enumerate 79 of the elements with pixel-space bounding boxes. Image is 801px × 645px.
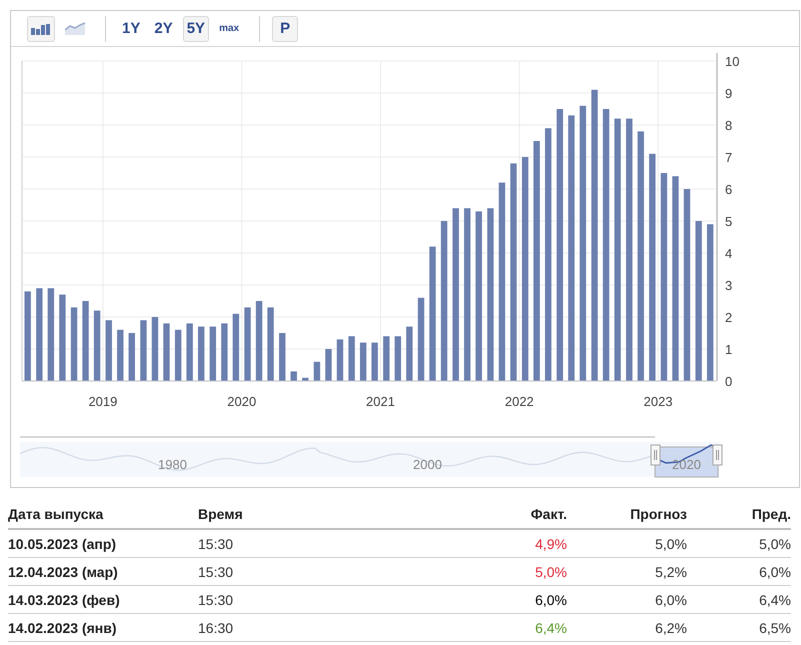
bar xyxy=(210,326,216,381)
axis-label: 4 xyxy=(725,246,732,261)
table-cell: 6,4% xyxy=(759,592,791,608)
table-cell: 16:30 xyxy=(198,620,234,636)
bar xyxy=(198,326,204,381)
table-cell: 15:30 xyxy=(198,564,234,580)
bar xyxy=(302,378,308,381)
bar xyxy=(117,330,124,381)
table-cell: 6,5% xyxy=(759,620,791,636)
table-cell: 5,0% xyxy=(655,536,687,552)
axis-label: 7 xyxy=(725,150,732,165)
axis-label: 2 xyxy=(725,310,732,325)
bar xyxy=(232,314,240,381)
bar xyxy=(163,323,170,381)
bar xyxy=(128,333,135,381)
table-cell: 6,0% xyxy=(655,592,687,608)
table-cell: 15:30 xyxy=(198,536,234,552)
column-header: Время xyxy=(198,506,243,522)
bar xyxy=(372,342,378,381)
axis-label: 0 xyxy=(725,374,732,389)
column-header: Прогноз xyxy=(630,506,687,522)
navigator-label: 2000 xyxy=(413,457,442,472)
range-handle[interactable] xyxy=(712,444,722,466)
axis-label: 5 xyxy=(725,214,732,229)
bar xyxy=(290,371,297,381)
table-cell: 14.03.2023 (фев) xyxy=(8,592,120,608)
table-cell: 6,2% xyxy=(655,620,687,636)
range-button[interactable]: 2Y xyxy=(150,16,177,42)
axis-label: 10 xyxy=(725,54,740,69)
axis-label: 8 xyxy=(725,118,732,133)
navigator-label: 1980 xyxy=(158,457,187,472)
bar xyxy=(152,317,158,381)
line-chart-icon xyxy=(65,22,85,35)
bar xyxy=(348,336,355,381)
range-button[interactable]: 5Y xyxy=(182,16,210,42)
bar-chart-icon xyxy=(31,22,51,34)
axis-label: 9 xyxy=(725,86,732,101)
bar xyxy=(314,362,320,381)
range-handle[interactable] xyxy=(650,444,660,466)
table-cell: 5,2% xyxy=(655,564,687,580)
bar xyxy=(336,339,344,381)
column-header: Дата выпуска xyxy=(8,506,104,522)
range-button[interactable]: max xyxy=(215,16,244,42)
table-cell: 6,0% xyxy=(535,592,567,608)
bar xyxy=(186,323,193,381)
bar xyxy=(360,342,366,381)
column-header: Пред. xyxy=(752,506,791,522)
axis-label: 6 xyxy=(725,182,732,197)
axis-label: 2020 xyxy=(227,394,256,409)
table-cell: 5,0% xyxy=(759,536,791,552)
bar xyxy=(221,323,228,381)
bar xyxy=(106,320,112,381)
p-button[interactable]: P xyxy=(272,16,298,42)
table-cell: 14.02.2023 (янв) xyxy=(8,620,117,636)
table-cell: 5,0% xyxy=(535,564,567,580)
bar xyxy=(325,349,332,381)
axis-label: 3 xyxy=(725,278,732,293)
bar xyxy=(394,336,402,381)
table-cell: 15:30 xyxy=(198,592,234,608)
table-cell: 6,0% xyxy=(759,564,791,580)
column-header: Факт. xyxy=(530,506,567,522)
axis-label: 1 xyxy=(725,342,732,357)
bar xyxy=(94,310,100,381)
axis-label: 2022 xyxy=(504,394,534,409)
axis-label: 2023 xyxy=(644,394,673,409)
range-button[interactable]: 1Y xyxy=(118,16,144,42)
table-cell: 6,4% xyxy=(535,620,567,636)
axis-label: 2019 xyxy=(88,394,118,409)
chart-type-button[interactable] xyxy=(27,16,55,42)
axis-label: 2021 xyxy=(366,394,395,409)
bar xyxy=(406,326,413,381)
bar xyxy=(174,330,182,381)
table-cell: 12.04.2023 (мар) xyxy=(8,564,118,580)
table-cell: 10.05.2023 (апр) xyxy=(8,536,116,552)
navigator-label: 2020 xyxy=(672,457,701,472)
bar xyxy=(140,320,147,381)
table-cell: 4,9% xyxy=(535,536,567,552)
bar xyxy=(279,333,286,381)
bar xyxy=(383,336,390,381)
